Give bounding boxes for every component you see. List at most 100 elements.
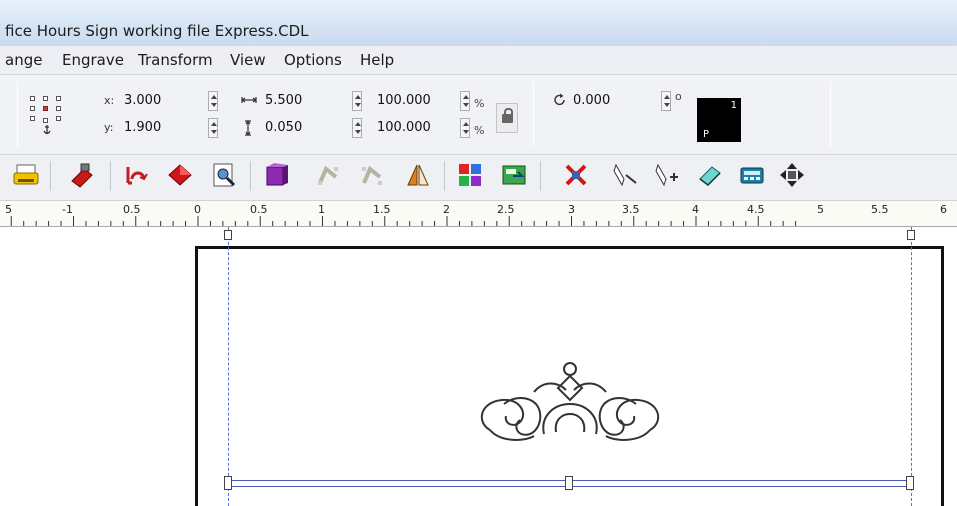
- anchor-bottom-right[interactable]: [56, 116, 61, 121]
- weld-icon: [266, 163, 288, 186]
- separator: [250, 161, 251, 191]
- color-fill-icon: [459, 164, 481, 186]
- lock-icon: [502, 108, 513, 123]
- property-bar: [0, 75, 957, 155]
- scale-width-spinner[interactable]: [460, 91, 470, 111]
- y-position-field[interactable]: 1.900: [124, 118, 204, 139]
- handle-left[interactable]: [224, 476, 232, 490]
- separator: [533, 81, 534, 147]
- move-button[interactable]: [778, 161, 806, 189]
- lock-aspect-button[interactable]: [496, 103, 518, 133]
- delete-icon: [565, 164, 587, 186]
- scroll-ornament[interactable]: [474, 360, 674, 450]
- scale-height-field[interactable]: 100.000: [377, 118, 455, 139]
- percent-label: %: [474, 97, 485, 110]
- undo-arc-icon: [126, 167, 148, 185]
- anchor-point-selector[interactable]: [30, 94, 72, 140]
- anchor-top-center[interactable]: [43, 96, 48, 101]
- width-spinner[interactable]: [352, 91, 362, 111]
- height-spinner[interactable]: [352, 118, 362, 138]
- undo-button[interactable]: [122, 161, 150, 189]
- export-button[interactable]: [500, 161, 528, 189]
- color-fill-button[interactable]: [456, 161, 484, 189]
- menu-engrave[interactable]: Engrave: [62, 51, 124, 69]
- y-spinner[interactable]: [208, 118, 218, 138]
- node-edit-button[interactable]: [314, 161, 342, 189]
- mirror-button[interactable]: [404, 161, 432, 189]
- y-label: y:: [104, 121, 114, 134]
- ruler-label: 5: [5, 203, 12, 216]
- preview-button[interactable]: [210, 161, 238, 189]
- menu-help[interactable]: Help: [360, 51, 394, 69]
- guide-handle-left[interactable]: [224, 230, 232, 240]
- menu-bar: ange Engrave Transform View Options Help: [0, 46, 957, 75]
- anchor-middle-right[interactable]: [56, 106, 61, 111]
- guide-handle-right[interactable]: [907, 230, 915, 240]
- menu-transform[interactable]: Transform: [138, 51, 213, 69]
- window-title: fice Hours Sign working file Express.CDL: [5, 22, 309, 40]
- anchor-top-right[interactable]: [56, 96, 61, 101]
- preview-icon: [213, 163, 236, 187]
- layer-icon: [699, 166, 721, 186]
- layer-button[interactable]: [696, 161, 724, 189]
- knife-plus-icon: [655, 163, 678, 187]
- x-position-field[interactable]: 3.000: [124, 91, 204, 112]
- ruler-label: 1: [318, 203, 325, 216]
- print-button[interactable]: [12, 161, 40, 189]
- anchor-icon: [43, 125, 51, 135]
- menu-view[interactable]: View: [230, 51, 266, 69]
- ruler-label: 5.5: [871, 203, 889, 216]
- handle-center[interactable]: [565, 476, 573, 490]
- ruler-label: 0.5: [123, 203, 141, 216]
- x-label: x:: [104, 94, 115, 107]
- degree-label: o: [675, 90, 682, 103]
- node-edit-icon: [318, 165, 338, 185]
- diamond-button[interactable]: [166, 161, 194, 189]
- menu-options[interactable]: Options: [284, 51, 342, 69]
- rotation-spinner[interactable]: [661, 91, 671, 111]
- anchor-top-left[interactable]: [30, 96, 35, 101]
- ruler-label: 3.5: [622, 203, 640, 216]
- anchor-bottom-left[interactable]: [30, 116, 35, 121]
- separator: [50, 161, 51, 191]
- weld-button[interactable]: [262, 161, 290, 189]
- ruler-label: 1.5: [373, 203, 391, 216]
- app-window: fice Hours Sign working file Express.CDL…: [0, 0, 957, 506]
- handle-right[interactable]: [906, 476, 914, 490]
- ruler-label: 3: [568, 203, 575, 216]
- engrave-button[interactable]: [68, 161, 96, 189]
- knife-button[interactable]: [610, 161, 638, 189]
- color-number: 1: [730, 100, 737, 111]
- guide-line-right[interactable]: [911, 227, 912, 506]
- diamond-red-icon: [168, 164, 192, 186]
- anchor-bottom-center[interactable]: [43, 118, 48, 123]
- color-swatch[interactable]: 1 P: [697, 98, 741, 142]
- ruler-label: 0: [194, 203, 201, 216]
- rotation-field[interactable]: 0.000: [573, 91, 653, 112]
- ruler-ticks: [10, 216, 797, 226]
- node-select-button[interactable]: [358, 161, 386, 189]
- guide-line-left[interactable]: [228, 227, 229, 506]
- ruler-label: 0.5: [250, 203, 268, 216]
- height-field[interactable]: 0.050: [265, 118, 345, 139]
- rotate-icon: [554, 93, 565, 106]
- print-icon: [13, 164, 39, 185]
- percent-label: %: [474, 124, 485, 137]
- move-icon: [780, 163, 804, 187]
- knife-icon: [613, 163, 637, 187]
- width-icon: [241, 97, 257, 103]
- anchor-middle-left[interactable]: [30, 106, 35, 111]
- menu-arrange[interactable]: ange: [5, 51, 42, 69]
- separator: [110, 161, 111, 191]
- delete-button[interactable]: [562, 161, 590, 189]
- x-spinner[interactable]: [208, 91, 218, 111]
- calculator-button[interactable]: [738, 161, 766, 189]
- ruler-label: 4: [692, 203, 699, 216]
- scale-width-field[interactable]: 100.000: [377, 91, 455, 112]
- scale-height-spinner[interactable]: [460, 118, 470, 138]
- knife-plus-button[interactable]: [652, 161, 680, 189]
- width-field[interactable]: 5.500: [265, 91, 345, 112]
- anchor-center[interactable]: [43, 106, 48, 111]
- horizontal-ruler[interactable]: [0, 201, 957, 227]
- ruler-label: -1: [62, 203, 73, 216]
